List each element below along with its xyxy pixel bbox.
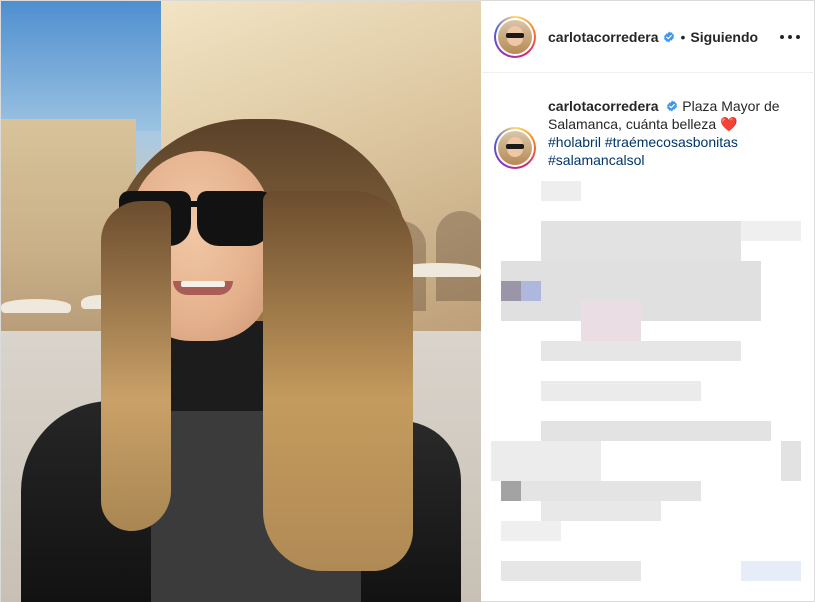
hashtag-link[interactable]: #traémecosasbonitas <box>605 134 738 150</box>
caption-text: carlotacorredera Plaza Mayor de Salamanc… <box>548 97 804 169</box>
profile-username[interactable]: carlotacorredera <box>548 29 659 45</box>
post-header: carlotacorredera • Siguiendo <box>482 1 815 73</box>
blurred-comment <box>541 501 661 521</box>
blurred-comment <box>491 441 601 481</box>
hashtag-link[interactable]: #salamancalsol <box>548 152 645 168</box>
verified-badge-icon <box>663 31 675 43</box>
blurred-footer <box>501 561 641 581</box>
blurred-footer <box>741 561 801 581</box>
post-photo[interactable] <box>1 1 481 602</box>
blurred-comment <box>541 381 701 401</box>
verified-badge-icon <box>666 100 678 112</box>
blurred-comment <box>581 301 641 341</box>
blurred-comment <box>501 521 561 541</box>
blurred-comment <box>541 221 741 261</box>
blurred-comment <box>541 341 741 361</box>
hashtag-link[interactable]: #holabril <box>548 134 601 150</box>
blurred-avatar <box>501 481 521 501</box>
caption-avatar[interactable] <box>494 127 536 169</box>
blurred-comment <box>741 221 801 241</box>
following-button[interactable]: Siguiendo <box>690 29 758 45</box>
blurred-comment <box>781 441 801 481</box>
more-options-icon[interactable] <box>780 27 800 47</box>
heart-emoji: ❤️ <box>720 116 738 132</box>
blurred-avatar <box>521 281 541 301</box>
instagram-post: carlotacorredera • Siguiendo carlotacorr… <box>0 0 815 602</box>
blurred-avatar <box>501 281 521 301</box>
blurred-comment <box>521 481 701 501</box>
caption-line1: Plaza Mayor de <box>682 98 780 114</box>
caption-username[interactable]: carlotacorredera <box>548 98 659 114</box>
post-caption: carlotacorredera Plaza Mayor de Salamanc… <box>494 97 804 169</box>
caption-line2: Salamanca, cuánta belleza <box>548 116 717 132</box>
header-separator: • <box>680 28 686 45</box>
profile-avatar[interactable] <box>494 15 536 58</box>
blurred-timestamp <box>541 181 581 201</box>
photo-person <box>1 1 481 602</box>
blurred-comment <box>541 421 771 441</box>
